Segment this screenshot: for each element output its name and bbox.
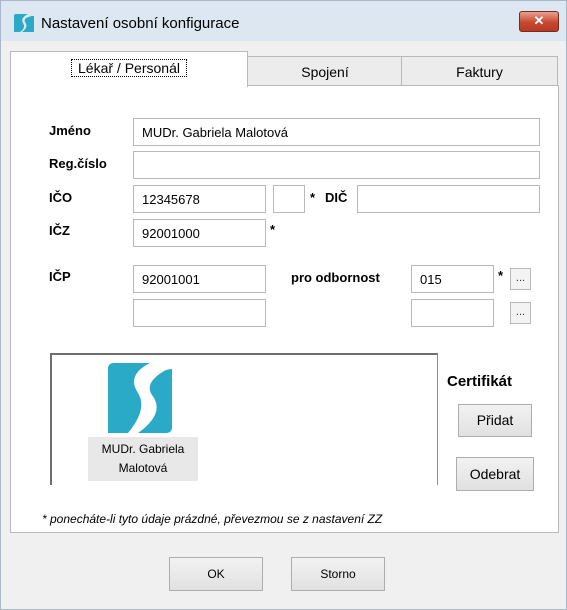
- odbornost-input[interactable]: 015: [411, 265, 494, 293]
- certificate-icon: [108, 363, 172, 433]
- tab-label: Lékař / Personál: [71, 59, 187, 77]
- tab-label: Faktury: [456, 64, 503, 80]
- odbornost-browse-button[interactable]: ...: [510, 268, 531, 290]
- icp-label: IČP: [49, 269, 71, 284]
- remove-certificate-button[interactable]: Odebrat: [456, 457, 534, 491]
- icz-input[interactable]: 92001000: [133, 219, 266, 247]
- tab-spojeni[interactable]: Spojení: [247, 56, 403, 87]
- regcislo-label: Reg.číslo: [49, 156, 107, 171]
- odbornost-secondary-input[interactable]: [411, 299, 494, 327]
- tab-bar: Lékař / Personál Spojení Faktury: [10, 51, 558, 87]
- icp-secondary-input[interactable]: [133, 299, 266, 327]
- certificate-title: Certifikát: [447, 373, 513, 390]
- required-star: *: [498, 268, 504, 283]
- ico-suffix-input[interactable]: [273, 185, 305, 213]
- ico-input[interactable]: 12345678: [133, 185, 266, 213]
- window-title: Nastavení osobní konfigurace: [41, 15, 240, 32]
- close-icon: ✕: [533, 13, 545, 28]
- certificate-name-line: Malotová: [118, 461, 168, 475]
- regcislo-input[interactable]: [133, 151, 540, 179]
- required-star: *: [270, 222, 276, 237]
- tab-panel: Jméno MUDr. Gabriela Malotová Reg.číslo …: [10, 85, 559, 533]
- tab-label: Spojení: [301, 64, 349, 80]
- certificate-item-label[interactable]: MUDr. Gabriela Malotová: [88, 437, 198, 481]
- title-bar: Nastavení osobní konfigurace ✕: [1, 1, 566, 41]
- add-certificate-button[interactable]: Přidat: [458, 404, 532, 437]
- tab-lekar-personal[interactable]: Lékař / Personál: [10, 51, 248, 87]
- ico-label: IČO: [49, 190, 73, 205]
- required-star: *: [310, 190, 316, 205]
- storno-button[interactable]: Storno: [291, 557, 385, 591]
- odbornost-label: pro odbornost: [291, 270, 380, 285]
- footnote: * ponecháte-li tyto údaje prázdné, převe…: [42, 512, 383, 526]
- ok-button[interactable]: OK: [169, 557, 263, 591]
- certificate-list[interactable]: MUDr. Gabriela Malotová: [50, 353, 438, 485]
- icz-label: IČZ: [49, 223, 70, 238]
- close-button[interactable]: ✕: [519, 11, 559, 32]
- odbornost-secondary-browse-button[interactable]: ...: [510, 302, 531, 324]
- app-logo-icon: [14, 14, 34, 32]
- certificate-name-line: MUDr. Gabriela: [101, 442, 185, 456]
- dic-label: DIČ: [325, 190, 348, 205]
- jmeno-label: Jméno: [49, 123, 91, 138]
- config-dialog: Nastavení osobní konfigurace ✕ Lékař / P…: [0, 0, 567, 610]
- tab-faktury[interactable]: Faktury: [401, 56, 558, 87]
- icp-input[interactable]: 92001001: [133, 265, 266, 293]
- dic-input[interactable]: [357, 185, 540, 213]
- jmeno-input[interactable]: MUDr. Gabriela Malotová: [133, 118, 540, 146]
